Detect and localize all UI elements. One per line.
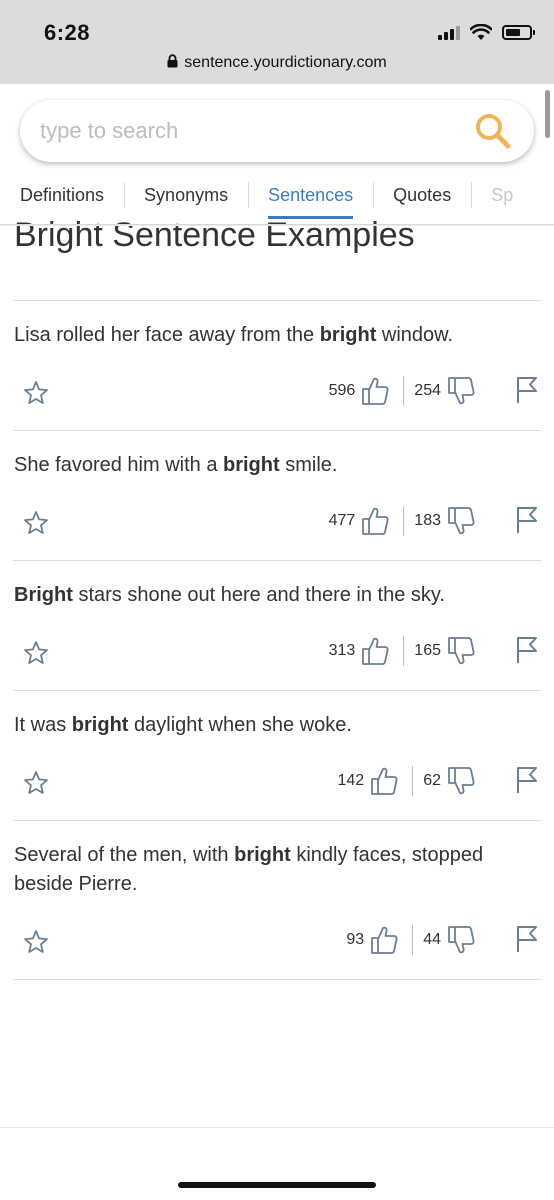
thumbs-down-icon[interactable] <box>447 925 475 955</box>
browser-chrome: 6:28 sentence.yourdictionary.com <box>0 0 554 84</box>
sentence-item: It was bright daylight when she woke. 142… <box>13 690 541 820</box>
vote-controls: 596 254 <box>329 376 475 406</box>
sentence-actions: 313 165 <box>13 634 541 668</box>
tab-more[interactable]: Sp <box>471 175 533 223</box>
sentence-text: Lisa rolled her face away from the brigh… <box>13 301 541 350</box>
sentence-keyword: bright <box>319 324 377 346</box>
sentence-text: It was bright daylight when she woke. <box>13 691 541 740</box>
thumbs-up-icon[interactable] <box>361 376 389 406</box>
tab-quotes[interactable]: Quotes <box>373 175 471 223</box>
sentence-keyword: bright <box>223 454 280 476</box>
list-end-divider <box>13 979 541 980</box>
status-icons <box>438 24 535 41</box>
flag-icon[interactable] <box>515 766 539 794</box>
vote-controls: 313 165 <box>329 636 475 666</box>
url-text: sentence.yourdictionary.com <box>184 54 387 71</box>
vote-separator <box>412 925 414 955</box>
star-icon[interactable] <box>23 929 49 955</box>
battery-icon <box>502 25 535 40</box>
sentence-actions: 477 183 <box>13 504 541 538</box>
upvote-count: 313 <box>328 642 356 659</box>
sentence-after: daylight when she woke. <box>128 714 352 736</box>
thumbs-up-icon[interactable] <box>361 636 389 666</box>
vote-controls: 477 183 <box>329 506 475 536</box>
tab-definitions[interactable]: Definitions <box>0 175 124 223</box>
downvote-count: 183 <box>414 512 441 529</box>
sentence-after: smile. <box>279 454 338 476</box>
star-icon[interactable] <box>23 510 49 536</box>
thumbs-down-icon[interactable] <box>447 376 475 406</box>
downvote-count: 44 <box>423 931 441 948</box>
thumbs-up-icon[interactable] <box>370 766 398 796</box>
vote-controls: 93 44 <box>346 925 475 955</box>
star-icon[interactable] <box>23 380 49 406</box>
sentence-before: It was <box>14 714 72 736</box>
thumbs-down-icon[interactable] <box>447 766 475 796</box>
tab-sentences[interactable]: Sentences <box>248 175 373 223</box>
flag-icon[interactable] <box>515 636 539 664</box>
bottom-divider <box>0 1127 554 1128</box>
sentence-before: Several of the men, with <box>14 844 235 866</box>
sentence-item: She favored him with a bright smile. 477 1… <box>13 430 541 560</box>
flag-icon[interactable] <box>515 925 539 953</box>
sentence-item: Bright stars shone out here and there in… <box>13 560 541 690</box>
vote-separator <box>403 376 405 406</box>
downvote-count: 62 <box>423 772 441 789</box>
status-time: 6:28 <box>44 20 91 45</box>
upvote-count: 596 <box>328 382 356 399</box>
sentence-item: Lisa rolled her face away from the brigh… <box>13 300 541 430</box>
upvote-count: 142 <box>337 772 365 789</box>
vote-separator <box>403 636 405 666</box>
sentence-before: Lisa rolled her face away from the <box>14 324 320 346</box>
sentence-keyword: bright <box>71 714 129 736</box>
sentence-keyword: Bright <box>14 584 73 606</box>
star-icon[interactable] <box>23 770 49 796</box>
tab-synonyms[interactable]: Synonyms <box>124 175 248 223</box>
sentence-actions: 142 62 <box>13 764 541 798</box>
signal-icon <box>438 25 460 40</box>
tab-bar: Definitions Synonyms Sentences Quotes Sp <box>0 175 554 225</box>
vote-separator <box>412 766 414 796</box>
sentence-keyword: bright <box>234 844 291 866</box>
wifi-icon <box>470 24 492 40</box>
downvote-count: 165 <box>414 642 441 659</box>
tab-shadow <box>0 224 554 226</box>
sentence-item: Several of the men, with bright kindly f… <box>13 820 541 979</box>
sentence-actions: 93 44 <box>13 923 541 957</box>
sentence-actions: 596 254 <box>13 374 541 408</box>
search-input[interactable] <box>40 114 460 148</box>
sentence-after: stars shone out here and there in the sk… <box>72 584 445 606</box>
url-bar[interactable]: sentence.yourdictionary.com <box>0 54 554 72</box>
home-indicator[interactable] <box>178 1182 376 1188</box>
sentence-before: She favored him with a <box>14 454 223 476</box>
thumbs-down-icon[interactable] <box>447 506 475 536</box>
vote-separator <box>403 506 405 536</box>
downvote-count: 254 <box>414 382 441 399</box>
sentence-text: Bright stars shone out here and there in… <box>13 561 541 610</box>
star-icon[interactable] <box>23 640 49 666</box>
vote-controls: 142 62 <box>338 766 476 796</box>
thumbs-up-icon[interactable] <box>361 506 389 536</box>
sentence-text: Several of the men, with bright kindly f… <box>13 821 541 899</box>
flag-icon[interactable] <box>515 506 539 534</box>
thumbs-down-icon[interactable] <box>447 636 475 666</box>
thumbs-up-icon[interactable] <box>370 925 398 955</box>
flag-icon[interactable] <box>515 376 539 404</box>
search-icon[interactable] <box>474 112 512 150</box>
lock-icon <box>167 54 178 68</box>
scrollbar[interactable] <box>545 90 550 138</box>
search-box <box>20 100 534 162</box>
sentence-after: window. <box>376 324 454 346</box>
upvote-count: 93 <box>346 931 365 948</box>
sentence-text: She favored him with a bright smile. <box>13 431 541 480</box>
upvote-count: 477 <box>328 512 356 529</box>
